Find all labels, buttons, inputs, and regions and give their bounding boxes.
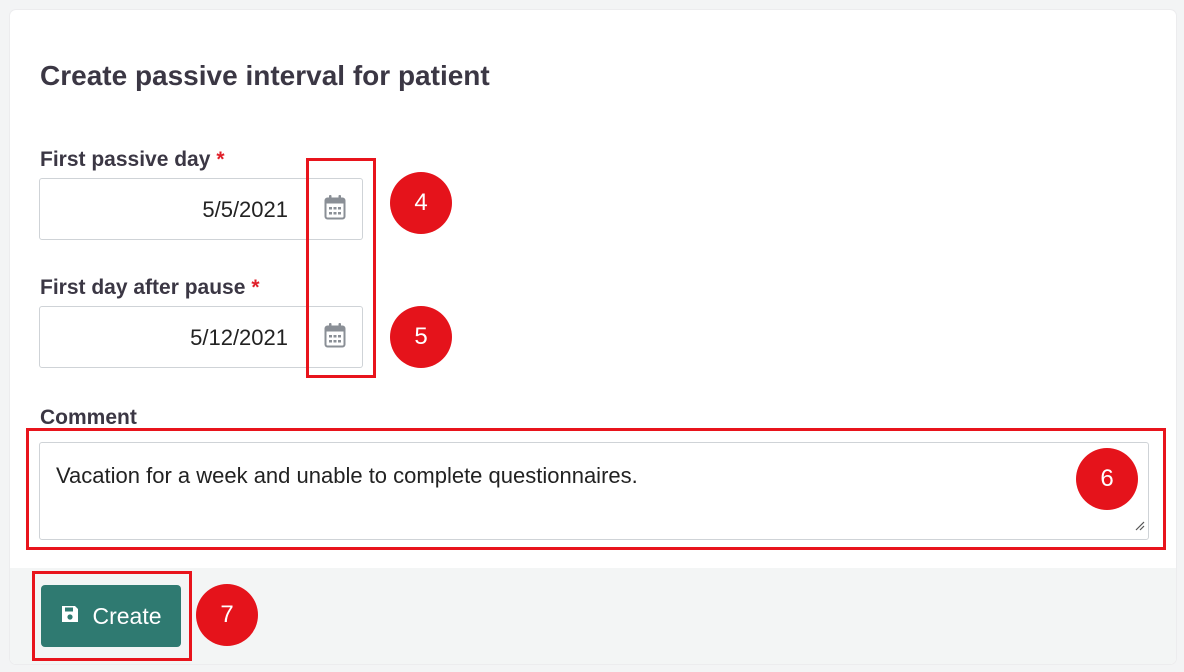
first-day-after-pause-label: First day after pause * <box>40 276 260 300</box>
calendar-icon <box>324 322 346 353</box>
first-passive-day-label: First passive day * <box>40 148 225 172</box>
calendar-icon <box>324 194 346 225</box>
annotation-badge-4: 4 <box>390 172 452 234</box>
first-passive-day-calendar-button[interactable] <box>307 178 363 240</box>
first-day-after-pause-value: 5/12/2021 <box>190 325 288 350</box>
annotation-badge-5: 5 <box>390 306 452 368</box>
comment-label: Comment <box>40 406 137 429</box>
first-day-after-pause-label-text: First day after pause <box>40 276 246 299</box>
form-card: Create passive interval for patient Firs… <box>10 10 1176 664</box>
form-footer <box>10 568 1176 664</box>
first-passive-day-value: 5/5/2021 <box>202 197 288 222</box>
page-title: Create passive interval for patient <box>40 60 490 91</box>
first-day-after-pause-input[interactable]: 5/12/2021 <box>39 306 307 368</box>
resize-grip-icon[interactable] <box>1133 518 1145 536</box>
create-button-label: Create <box>92 602 162 629</box>
first-day-after-pause-calendar-button[interactable] <box>307 306 363 368</box>
first-passive-day-label-text: First passive day <box>40 148 211 171</box>
annotation-badge-6: 6 <box>1076 448 1138 510</box>
create-button[interactable]: Create <box>41 585 181 647</box>
comment-textarea[interactable]: Vacation for a week and unable to comple… <box>39 442 1149 540</box>
required-marker: * <box>216 148 225 171</box>
save-icon <box>60 603 80 630</box>
first-passive-day-input[interactable]: 5/5/2021 <box>39 178 307 240</box>
annotation-badge-7: 7 <box>196 584 258 646</box>
required-marker: * <box>251 276 260 299</box>
comment-value: Vacation for a week and unable to comple… <box>56 463 638 488</box>
